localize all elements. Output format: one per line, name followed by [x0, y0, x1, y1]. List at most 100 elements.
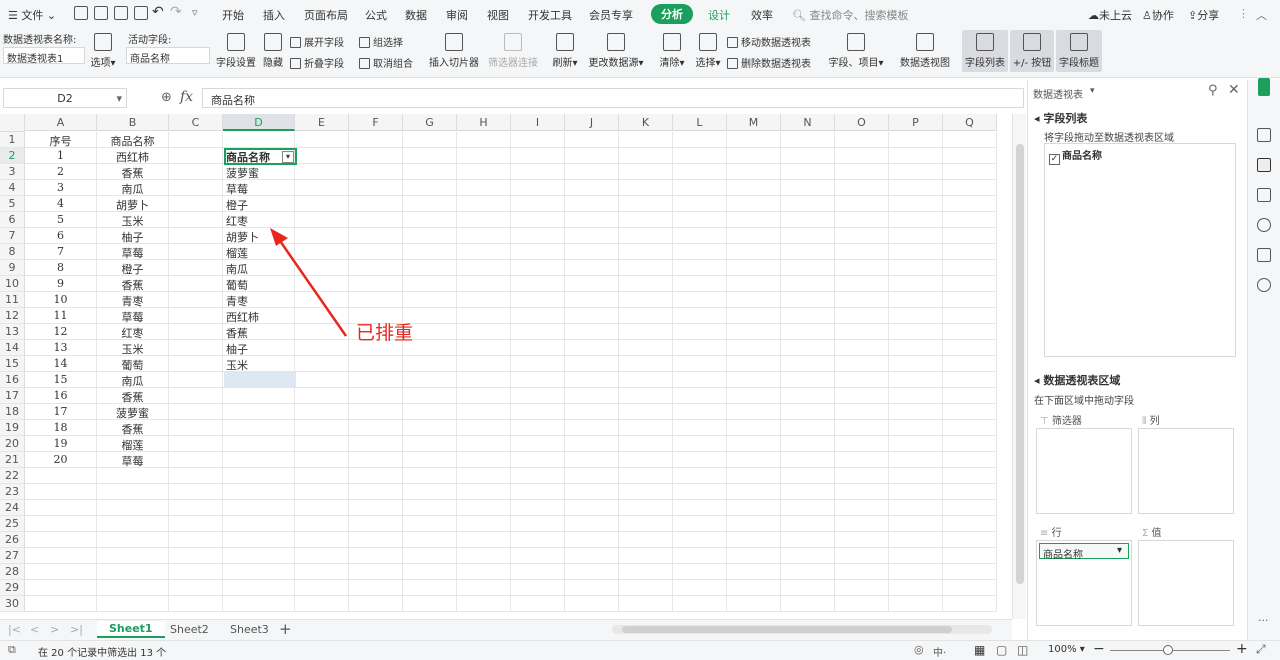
cell-index[interactable]: 17: [25, 404, 96, 420]
cell-index[interactable]: 3: [25, 180, 96, 196]
column-header-h[interactable]: H: [457, 114, 511, 131]
column-header-j[interactable]: J: [565, 114, 619, 131]
zoom-level[interactable]: 100% ▾: [1048, 644, 1085, 655]
field-headers-button[interactable]: 字段标题: [1056, 30, 1102, 72]
row-header-10[interactable]: 10: [0, 276, 25, 292]
column-header-c[interactable]: C: [169, 114, 223, 131]
cell-index[interactable]: 4: [25, 196, 96, 212]
tab-efficiency[interactable]: 效率: [751, 7, 773, 23]
tab-page-layout[interactable]: 页面布局: [304, 7, 348, 23]
select-all-corner[interactable]: [0, 114, 25, 132]
row-header-29[interactable]: 29: [0, 580, 25, 596]
plus-minus-button[interactable]: +/- 按钮: [1010, 30, 1054, 72]
row-header-4[interactable]: 4: [0, 180, 25, 196]
eye-protection-icon[interactable]: ◎: [914, 643, 924, 656]
cell-index[interactable]: 10: [25, 292, 96, 308]
row-header-30[interactable]: 30: [0, 596, 25, 612]
row-header-22[interactable]: 22: [0, 468, 25, 484]
cell-index[interactable]: 9: [25, 276, 96, 292]
cell-product[interactable]: 菠萝蜜: [97, 404, 168, 420]
cell-index[interactable]: 8: [25, 260, 96, 276]
cell-index[interactable]: 20: [25, 452, 96, 468]
cell-index[interactable]: 16: [25, 388, 96, 404]
pivot-filter-dropdown-icon[interactable]: ▾: [282, 151, 294, 163]
pivot-item-cell[interactable]: 橙子: [223, 196, 294, 212]
collapse-ribbon-icon[interactable]: ︿: [1256, 7, 1267, 23]
row-header-12[interactable]: 12: [0, 308, 25, 324]
cell-product[interactable]: 南瓜: [97, 372, 168, 388]
row-header-26[interactable]: 26: [0, 532, 25, 548]
print-icon[interactable]: [114, 6, 128, 20]
row-header-7[interactable]: 7: [0, 228, 25, 244]
location-icon[interactable]: [1257, 218, 1271, 232]
row-header-21[interactable]: 21: [0, 452, 25, 468]
table-style-icon[interactable]: [1257, 188, 1271, 202]
share-button[interactable]: ⇪分享: [1188, 7, 1219, 23]
row-header-20[interactable]: 20: [0, 436, 25, 452]
normal-view-icon[interactable]: ▦: [974, 643, 985, 657]
field-list-button[interactable]: 字段列表: [962, 30, 1008, 72]
vertical-scroll-thumb[interactable]: [1016, 144, 1024, 584]
chevron-down-icon[interactable]: ▾: [1117, 545, 1122, 556]
filter-drop-area[interactable]: [1036, 428, 1132, 514]
column-header-p[interactable]: P: [889, 114, 943, 131]
undo-icon[interactable]: ↶: [152, 4, 164, 20]
column-drop-area[interactable]: [1138, 428, 1234, 514]
column-header-g[interactable]: G: [403, 114, 457, 131]
filter-connections-button[interactable]: 筛选器连接: [486, 33, 540, 69]
more-icon[interactable]: ⋮: [1238, 7, 1249, 20]
row-header-24[interactable]: 24: [0, 500, 25, 516]
header-cell-product[interactable]: 商品名称: [97, 132, 168, 148]
tab-member[interactable]: 会员专享: [589, 7, 633, 23]
quick-access-dropdown-icon[interactable]: ▿: [192, 6, 198, 19]
cell-product[interactable]: 香蕉: [97, 388, 168, 404]
row-header-14[interactable]: 14: [0, 340, 25, 356]
cell-product[interactable]: 玉米: [97, 212, 168, 228]
redo-icon[interactable]: ↷: [170, 4, 182, 20]
adjust-icon[interactable]: [1257, 128, 1271, 142]
tab-developer[interactable]: 开发工具: [528, 7, 572, 23]
tab-home[interactable]: 开始: [222, 7, 244, 23]
row-header-16[interactable]: 16: [0, 372, 25, 388]
prev-sheet-icon[interactable]: <: [30, 623, 39, 636]
row-header-2[interactable]: 2: [0, 148, 25, 164]
ungroup-button[interactable]: 取消组合: [359, 55, 413, 70]
cell-product[interactable]: 西红柿: [97, 148, 168, 164]
collapse-field-button[interactable]: 折叠字段: [290, 55, 344, 70]
column-header-o[interactable]: O: [835, 114, 889, 131]
cloud-status[interactable]: ☁未上云: [1088, 7, 1132, 23]
cell-product[interactable]: 青枣: [97, 292, 168, 308]
pin-icon[interactable]: ⚲: [1208, 83, 1218, 98]
cell-product[interactable]: 葡萄: [97, 356, 168, 372]
panel-title-dropdown-icon[interactable]: ▾: [1090, 86, 1095, 96]
clear-button[interactable]: 清除▾: [656, 33, 688, 69]
hide-button[interactable]: 隐藏: [261, 33, 285, 69]
print-preview-icon[interactable]: [134, 6, 148, 20]
cell-product[interactable]: 草莓: [97, 452, 168, 468]
fullscreen-icon[interactable]: ⤢: [1256, 642, 1266, 657]
move-pivot-button[interactable]: 移动数据透视表: [727, 34, 811, 49]
cell-product[interactable]: 柚子: [97, 228, 168, 244]
cell-index[interactable]: 15: [25, 372, 96, 388]
column-header-m[interactable]: M: [727, 114, 781, 131]
save-icon[interactable]: [74, 6, 88, 20]
more-options-icon[interactable]: ···: [1258, 614, 1269, 627]
zoom-out-icon[interactable]: −: [1093, 641, 1105, 657]
cell-product[interactable]: 香蕉: [97, 164, 168, 180]
cell-product[interactable]: 南瓜: [97, 180, 168, 196]
pivot-panel-icon[interactable]: [1257, 158, 1271, 172]
row-header-5[interactable]: 5: [0, 196, 25, 212]
name-box[interactable]: D2 ▾: [3, 88, 127, 108]
column-header-n[interactable]: N: [781, 114, 835, 131]
first-sheet-icon[interactable]: |<: [8, 623, 21, 636]
tab-formulas[interactable]: 公式: [365, 7, 387, 23]
row-header-11[interactable]: 11: [0, 292, 25, 308]
column-header-q[interactable]: Q: [943, 114, 997, 131]
column-header-l[interactable]: L: [673, 114, 727, 131]
macro-record-icon[interactable]: ⧉: [8, 643, 16, 657]
header-cell-index[interactable]: 序号: [25, 132, 96, 148]
horizontal-scrollbar[interactable]: [612, 625, 992, 634]
sheet-tab-3[interactable]: Sheet3: [230, 623, 269, 636]
cell-product[interactable]: 草莓: [97, 244, 168, 260]
cell-index[interactable]: 5: [25, 212, 96, 228]
